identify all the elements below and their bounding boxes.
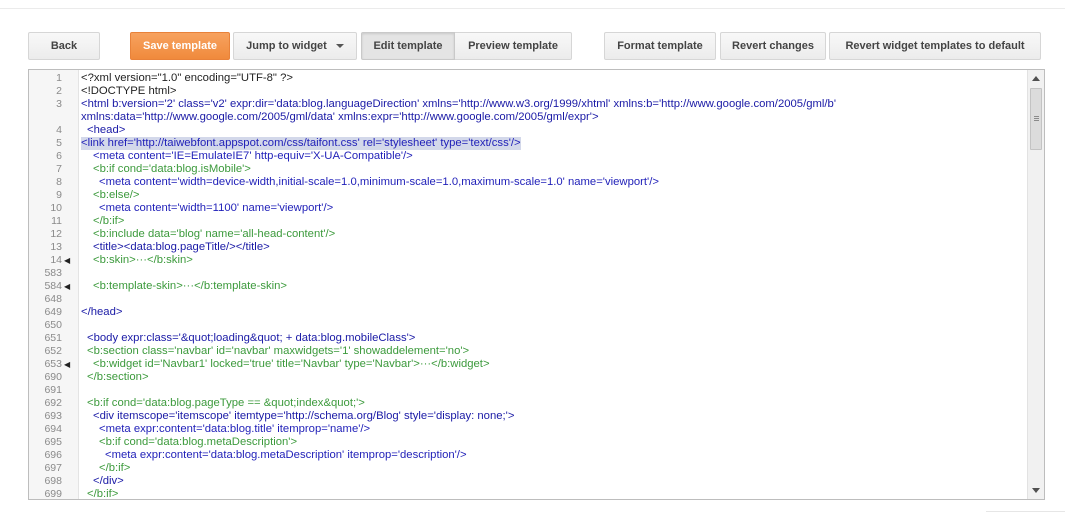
line-number: 8 [56, 176, 62, 188]
revert-changes-button[interactable]: Revert changes [720, 32, 826, 60]
line-number: 651 [44, 332, 62, 344]
jump-to-widget-dropdown[interactable]: Jump to widget [233, 32, 357, 60]
line-number: 584 [44, 280, 62, 292]
code-line: </b:if> [93, 215, 125, 227]
code-line: <b:section class='navbar' id='navbar' ma… [87, 345, 470, 357]
line-number: 696 [44, 449, 62, 461]
template-code-editor[interactable]: 1 <?xml version="1.0" encoding="UTF-8" ?>… [28, 69, 1045, 500]
code-area[interactable]: 1 <?xml version="1.0" encoding="UTF-8" ?>… [29, 72, 1026, 500]
line-number: 691 [44, 384, 62, 396]
line-number: 652 [44, 345, 62, 357]
code-line: <link href='http://taiwebfont.appspot.co… [81, 137, 521, 149]
highlighted-line: 5 <link href='http://taiwebfont.appspot.c… [29, 137, 1026, 150]
back-button[interactable]: Back [28, 32, 100, 60]
line-number: 10 [50, 202, 62, 214]
fold-arrow-icon[interactable]: ◀ [64, 254, 76, 267]
line-number: 12 [50, 228, 62, 240]
code-line: </div> [93, 475, 124, 487]
fold-arrow-icon[interactable]: ◀ [64, 280, 76, 293]
code-line: <title><data:blog.pageTitle/></title> [93, 241, 270, 253]
code-line: <!DOCTYPE html> [81, 85, 177, 97]
format-template-button[interactable]: Format template [604, 32, 716, 60]
code-line: <b:if cond='data:blog.pageType == &quot;… [87, 397, 365, 409]
line-number: 653 [44, 358, 62, 370]
line-number: 13 [50, 241, 62, 253]
line-number: 649 [44, 306, 62, 318]
line-number: 3 [56, 98, 62, 110]
top-divider [0, 8, 1065, 9]
vertical-scrollbar[interactable] [1027, 70, 1044, 499]
code-line: <body expr:class='&quot;loading&quot; + … [87, 332, 416, 344]
code-line: </head> [81, 306, 123, 318]
code-line: <meta content='IE=EmulateIE7' http-equiv… [93, 150, 413, 162]
code-line: <b:else/> [93, 189, 140, 201]
line-number: 9 [56, 189, 62, 201]
line-number: 2 [56, 85, 62, 97]
scrollbar-thumb[interactable] [1030, 88, 1042, 150]
code-line: <meta expr:content='data:blog.metaDescri… [105, 449, 467, 461]
preview-template-button[interactable]: Preview template [455, 32, 572, 60]
line-number: 6 [56, 150, 62, 162]
code-line: <b:skin>···</b:skin> [93, 254, 193, 266]
line-number: 583 [44, 267, 62, 279]
line-number: 11 [51, 215, 62, 227]
line-number: 14 [50, 254, 62, 266]
code-line: <meta content='width=1100' name='viewpor… [99, 202, 334, 214]
line-number: 695 [44, 436, 62, 448]
edit-template-button[interactable]: Edit template [361, 32, 455, 60]
code-line: <meta content='width=device-width,initia… [99, 176, 659, 188]
line-number: 5 [56, 137, 62, 149]
line-number: 698 [44, 475, 62, 487]
code-line: <html b:version='2' class='v2' expr:dir=… [81, 98, 836, 110]
code-line: </b:if> [87, 488, 119, 500]
line-number: 690 [44, 371, 62, 383]
line-number: 1 [56, 72, 62, 84]
line-number: 694 [44, 423, 62, 435]
code-line: <b:widget id='Navbar1' locked='true' tit… [93, 358, 490, 370]
line-number: 693 [44, 410, 62, 422]
code-line: </b:section> [87, 371, 149, 383]
line-number: 4 [56, 124, 62, 136]
code-line: <b:template-skin>···</b:template-skin> [93, 280, 288, 292]
code-line: <meta expr:content='data:blog.title' ite… [99, 423, 371, 435]
code-line: <b:if cond='data:blog.metaDescription'> [99, 436, 298, 448]
scroll-down-arrow-icon[interactable] [1032, 488, 1040, 493]
grip-line [1034, 116, 1039, 117]
chevron-down-icon [335, 44, 344, 48]
line-number: 699 [44, 488, 62, 500]
grip-line [1034, 120, 1039, 121]
code-line: <b:if cond='data:blog.isMobile'> [93, 163, 251, 175]
line-number: 7 [56, 163, 62, 175]
code-line: <?xml version="1.0" encoding="UTF-8" ?> [81, 72, 293, 84]
code-line: <head> [87, 124, 126, 136]
bottom-right-edge [986, 511, 1065, 517]
code-line: xmlns:data='http://www.google.com/2005/g… [81, 111, 599, 123]
scroll-up-arrow-icon[interactable] [1032, 76, 1040, 81]
line-number: 650 [44, 319, 62, 331]
code-line: </b:if> [99, 462, 131, 474]
jump-to-widget-label: Jump to widget [246, 40, 327, 52]
revert-widget-templates-button[interactable]: Revert widget templates to default [829, 32, 1041, 60]
code-line: <b:include data='blog' name='all-head-co… [93, 228, 336, 240]
line-number: 697 [44, 462, 62, 474]
save-template-button[interactable]: Save template [130, 32, 230, 60]
grip-line [1034, 118, 1039, 119]
fold-arrow-icon[interactable]: ◀ [64, 358, 76, 371]
code-line: <div itemscope='itemscope' itemtype='htt… [93, 410, 515, 422]
line-number: 648 [44, 293, 62, 305]
line-number: 692 [44, 397, 62, 409]
